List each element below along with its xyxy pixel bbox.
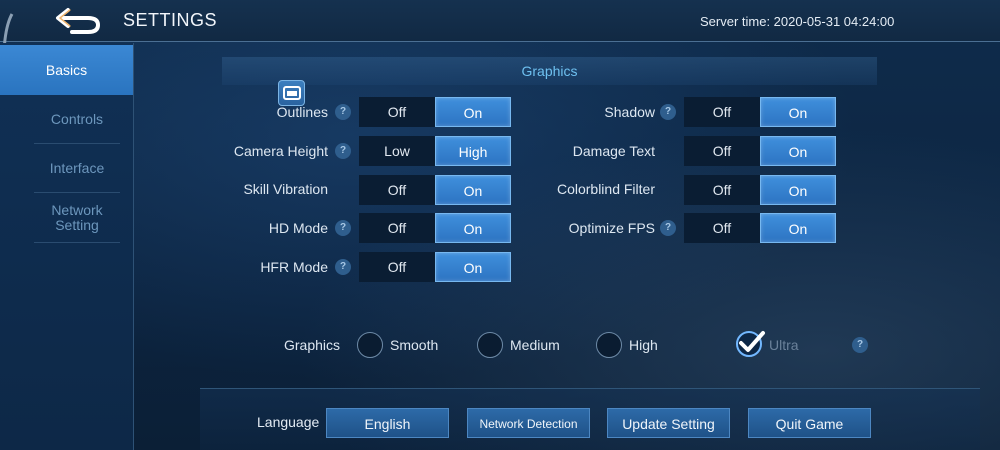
update-setting-button[interactable]: Update Setting xyxy=(607,408,730,438)
help-icon[interactable]: ? xyxy=(660,104,676,120)
toggle-on-option[interactable]: On xyxy=(435,252,511,282)
setting-label-damage-text: Damage Text xyxy=(572,143,655,159)
sidebar-item-controls[interactable]: Controls xyxy=(34,95,120,144)
sidebar-item-basics[interactable]: Basics xyxy=(0,45,133,95)
sidebar-item-label: Network Setting xyxy=(51,201,103,233)
toggle-damage-text[interactable]: Off On xyxy=(684,136,836,166)
page-title: SETTINGS xyxy=(123,10,218,30)
sidebar-item-network-setting[interactable]: Network Setting xyxy=(34,193,120,243)
sidebar-item-interface[interactable]: Interface xyxy=(34,144,120,193)
graphics-quality-label: Graphics xyxy=(284,337,341,353)
setting-label-optimize-fps: Optimize FPS xyxy=(568,220,655,236)
toggle-off-option[interactable]: Off xyxy=(684,213,760,243)
toggle-camera-height[interactable]: Low High xyxy=(359,136,511,166)
setting-label-colorblind-filter: Colorblind Filter xyxy=(556,181,655,197)
toggle-on-option[interactable]: On xyxy=(435,213,511,243)
toggle-skill-vibration[interactable]: Off On xyxy=(359,175,511,205)
help-icon[interactable]: ? xyxy=(335,143,351,159)
help-icon[interactable]: ? xyxy=(660,220,676,236)
toggle-shadow[interactable]: Off On xyxy=(684,97,836,127)
language-label: Language xyxy=(257,414,320,430)
back-arrow-icon xyxy=(56,8,101,34)
toggle-outlines[interactable]: Off On xyxy=(359,97,511,127)
setting-label-camera-height: Camera Height xyxy=(233,143,328,159)
radio-label-ultra: Ultra xyxy=(769,337,799,353)
quit-game-button[interactable]: Quit Game xyxy=(748,408,871,438)
help-icon[interactable]: ? xyxy=(852,337,868,353)
toggle-optimize-fps[interactable]: Off On xyxy=(684,213,836,243)
setting-label-shadow: Shadow xyxy=(604,104,655,120)
toggle-on-option[interactable]: On xyxy=(435,175,511,205)
server-time: Server time: 2020-05-31 04:24:00 xyxy=(700,14,895,29)
toggle-off-option[interactable]: Off xyxy=(359,175,435,205)
radio-ultra[interactable] xyxy=(736,331,765,357)
toggle-off-option[interactable]: Low xyxy=(359,136,435,166)
sidebar-item-label: Controls xyxy=(50,110,104,127)
language-button[interactable]: English xyxy=(326,408,449,438)
network-detection-button[interactable]: Network Detection xyxy=(467,408,590,438)
back-button[interactable] xyxy=(54,4,106,36)
radio-label-smooth: Smooth xyxy=(390,337,439,353)
sidebar: Basics Controls Interface Network Settin… xyxy=(0,43,134,450)
setting-label-outlines: Outlines xyxy=(276,104,328,120)
toggle-on-option[interactable]: On xyxy=(435,97,511,127)
toggle-hd-mode[interactable]: Off On xyxy=(359,213,511,243)
sidebar-item-label: Basics xyxy=(45,61,88,78)
toggle-on-option[interactable]: On xyxy=(760,136,836,166)
radio-smooth[interactable] xyxy=(357,332,383,358)
toggle-on-option[interactable]: On xyxy=(760,213,836,243)
header-bar: SETTINGS Server time: 2020-05-31 04:24:0… xyxy=(0,0,1000,42)
help-icon[interactable]: ? xyxy=(335,220,351,236)
edit-icon-glyph xyxy=(282,86,301,100)
radio-label-medium: Medium xyxy=(510,337,560,353)
setting-label-hd-mode: HD Mode xyxy=(268,220,328,236)
toggle-off-option[interactable]: Off xyxy=(684,136,760,166)
radio-label-high: High xyxy=(629,337,658,353)
radio-high[interactable] xyxy=(596,332,622,358)
toggle-off-option[interactable]: Off xyxy=(359,252,435,282)
toggle-on-option[interactable]: On xyxy=(760,97,836,127)
toggle-off-option[interactable]: Off xyxy=(359,213,435,243)
section-title-graphics: Graphics xyxy=(222,57,877,85)
toggle-off-option[interactable]: Off xyxy=(684,175,760,205)
toggle-hfr-mode[interactable]: Off On xyxy=(359,252,511,282)
setting-label-skill-vibration: Skill Vibration xyxy=(243,181,328,197)
help-icon[interactable]: ? xyxy=(335,259,351,275)
toggle-off-option[interactable]: Off xyxy=(359,97,435,127)
sidebar-item-label: Interface xyxy=(49,159,105,176)
setting-label-hfr-mode: HFR Mode xyxy=(260,259,328,275)
toggle-off-option[interactable]: Off xyxy=(684,97,760,127)
toggle-on-option[interactable]: On xyxy=(760,175,836,205)
toggle-on-option[interactable]: High xyxy=(435,136,511,166)
checkmark-icon xyxy=(739,331,765,352)
toggle-colorblind-filter[interactable]: Off On xyxy=(684,175,836,205)
help-icon[interactable]: ? xyxy=(335,104,351,120)
radio-medium[interactable] xyxy=(477,332,503,358)
